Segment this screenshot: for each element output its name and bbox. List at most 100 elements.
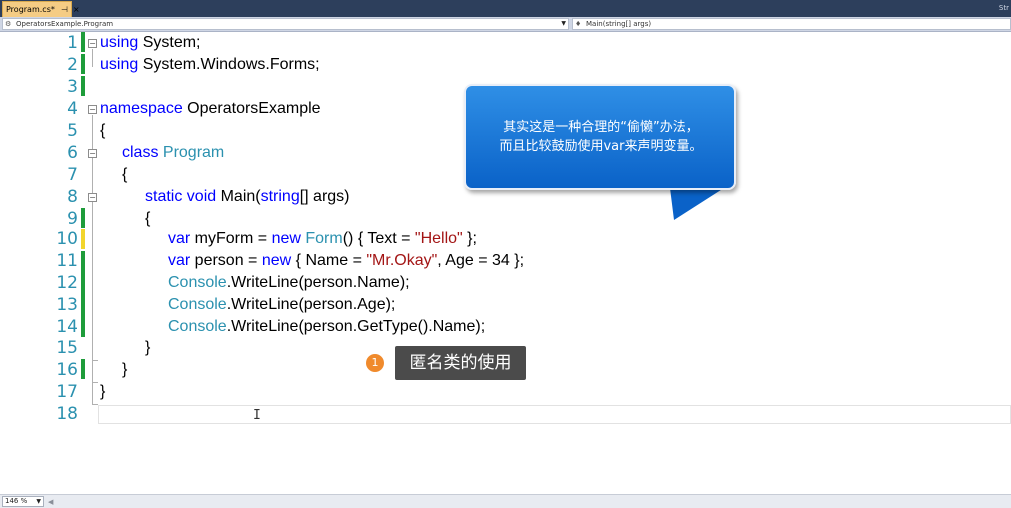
navigation-bar: ⚙ OperatorsExample.Program ▼ ♦ Main(stri… bbox=[0, 17, 1011, 32]
outline-guide-end bbox=[92, 382, 98, 383]
outline-guide-end bbox=[92, 360, 98, 361]
class-icon: ⚙ bbox=[5, 20, 12, 28]
line-number: 11 bbox=[56, 251, 78, 271]
code-text: , Age = 34 }; bbox=[437, 252, 525, 269]
line-number: 3 bbox=[67, 77, 78, 97]
change-bar-unsaved bbox=[81, 229, 85, 249]
editor-bottom-bar: 146 % ▼ ◀ bbox=[0, 494, 1011, 508]
change-bar-saved bbox=[81, 32, 85, 52]
code-line: class Program bbox=[122, 143, 224, 163]
change-bar-saved bbox=[81, 359, 85, 379]
code-text: myForm = bbox=[190, 230, 272, 247]
scroll-left-icon[interactable]: ◀ bbox=[48, 498, 53, 506]
keyword: string bbox=[260, 188, 300, 205]
code-line: { bbox=[100, 121, 105, 141]
code-line: using System; bbox=[100, 33, 200, 53]
current-line-highlight bbox=[98, 405, 1011, 424]
code-text: () { Text = bbox=[342, 230, 415, 247]
keyword: using bbox=[100, 34, 139, 51]
line-number: 17 bbox=[56, 382, 78, 402]
method-icon: ♦ bbox=[575, 20, 582, 28]
code-text: OperatorsExample bbox=[182, 100, 321, 117]
pin-icon[interactable]: ⊣ bbox=[61, 5, 68, 14]
keyword: namespace bbox=[100, 100, 183, 117]
line-number: 4 bbox=[67, 99, 78, 119]
member-dropdown[interactable]: ♦ Main(string[] args) bbox=[572, 18, 1011, 30]
keyword: var bbox=[168, 230, 191, 247]
code-text: } bbox=[145, 339, 151, 356]
callout-tail bbox=[670, 188, 724, 220]
keyword: using bbox=[100, 56, 139, 73]
change-bar-saved bbox=[81, 54, 85, 74]
chevron-down-icon: ▼ bbox=[36, 498, 41, 505]
code-text: System; bbox=[138, 34, 201, 51]
line-number: 8 bbox=[67, 187, 78, 207]
line-number: 5 bbox=[67, 121, 78, 141]
code-line: { bbox=[145, 209, 150, 229]
code-line: var person = new { Name = "Mr.Okay", Age… bbox=[168, 251, 524, 271]
type-name: Console bbox=[168, 318, 227, 335]
code-line: } bbox=[122, 360, 127, 380]
code-line: } bbox=[145, 338, 150, 358]
callout-line: 其实这是一种合理的“偷懒”办法， bbox=[503, 120, 699, 135]
code-text: System.Windows.Forms; bbox=[138, 56, 320, 73]
type-name: Form bbox=[300, 230, 343, 247]
code-text: { bbox=[100, 122, 106, 139]
code-text: { bbox=[145, 210, 151, 227]
code-text: [] args) bbox=[299, 188, 350, 205]
code-text: .WriteLine(person.Age); bbox=[226, 296, 396, 313]
code-text: } bbox=[122, 361, 128, 378]
code-line: Console.WriteLine(person.Age); bbox=[168, 295, 395, 315]
keyword: static bbox=[145, 188, 183, 205]
tab-overflow-label: Str bbox=[998, 4, 1009, 12]
tab-program-cs[interactable]: Program.cs* ⊣ × bbox=[2, 1, 80, 17]
change-bar-saved bbox=[81, 76, 85, 96]
keyword: new bbox=[261, 252, 292, 269]
text-cursor-icon: I bbox=[253, 408, 261, 423]
line-number: 1 bbox=[67, 33, 78, 53]
code-line: namespace OperatorsExample bbox=[100, 99, 321, 119]
tab-label: Program.cs* bbox=[6, 5, 55, 14]
code-text: { Name = bbox=[291, 252, 367, 269]
line-number: 6 bbox=[67, 143, 78, 163]
code-text: Main( bbox=[216, 188, 261, 205]
code-line: { bbox=[122, 165, 127, 185]
chevron-down-icon: ▼ bbox=[561, 20, 566, 27]
string-literal: "Hello" bbox=[414, 230, 463, 247]
close-icon[interactable]: × bbox=[73, 5, 80, 14]
collapse-icon[interactable]: − bbox=[88, 149, 97, 158]
code-line: Console.WriteLine(person.Name); bbox=[168, 273, 410, 293]
type-name: Program bbox=[158, 144, 225, 161]
outline-guide bbox=[92, 115, 93, 405]
type-dropdown-value: OperatorsExample.Program bbox=[16, 20, 114, 28]
keyword: void bbox=[182, 188, 217, 205]
line-number: 2 bbox=[67, 55, 78, 75]
type-name: Console bbox=[168, 274, 227, 291]
line-number: 7 bbox=[67, 165, 78, 185]
type-dropdown[interactable]: ⚙ OperatorsExample.Program ▼ bbox=[2, 18, 569, 30]
document-tab-strip: Program.cs* ⊣ × Str bbox=[0, 0, 1011, 17]
zoom-dropdown[interactable]: 146 % ▼ bbox=[2, 496, 44, 507]
line-number: 16 bbox=[56, 360, 78, 380]
string-literal: "Mr.Okay" bbox=[366, 252, 438, 269]
line-number: 12 bbox=[56, 273, 78, 293]
line-number: 14 bbox=[56, 317, 78, 337]
callout-text: 其实这是一种合理的“偷懒”办法， 而且比较鼓励使用var来声明变量。 bbox=[470, 118, 732, 156]
code-line: static void Main(string[] args) bbox=[145, 187, 350, 207]
code-line: Console.WriteLine(person.GetType().Name)… bbox=[168, 317, 485, 337]
collapse-icon[interactable]: − bbox=[88, 193, 97, 202]
change-bar-saved bbox=[81, 208, 85, 228]
line-number: 18 bbox=[56, 404, 78, 424]
member-dropdown-value: Main(string[] args) bbox=[586, 20, 652, 28]
code-line: using System.Windows.Forms; bbox=[100, 55, 320, 75]
code-text: person = bbox=[190, 252, 262, 269]
collapse-icon[interactable]: − bbox=[88, 39, 97, 48]
collapse-icon[interactable]: − bbox=[88, 105, 97, 114]
callout-line: 而且比较鼓励使用var来声明变量。 bbox=[499, 139, 703, 154]
annotation-label: 匿名类的使用 bbox=[395, 346, 526, 380]
code-text: { bbox=[122, 166, 128, 183]
keyword: var bbox=[168, 252, 191, 269]
line-number: 15 bbox=[56, 338, 78, 358]
code-line: var myForm = new Form() { Text = "Hello"… bbox=[168, 229, 477, 249]
keyword: new bbox=[271, 230, 301, 247]
